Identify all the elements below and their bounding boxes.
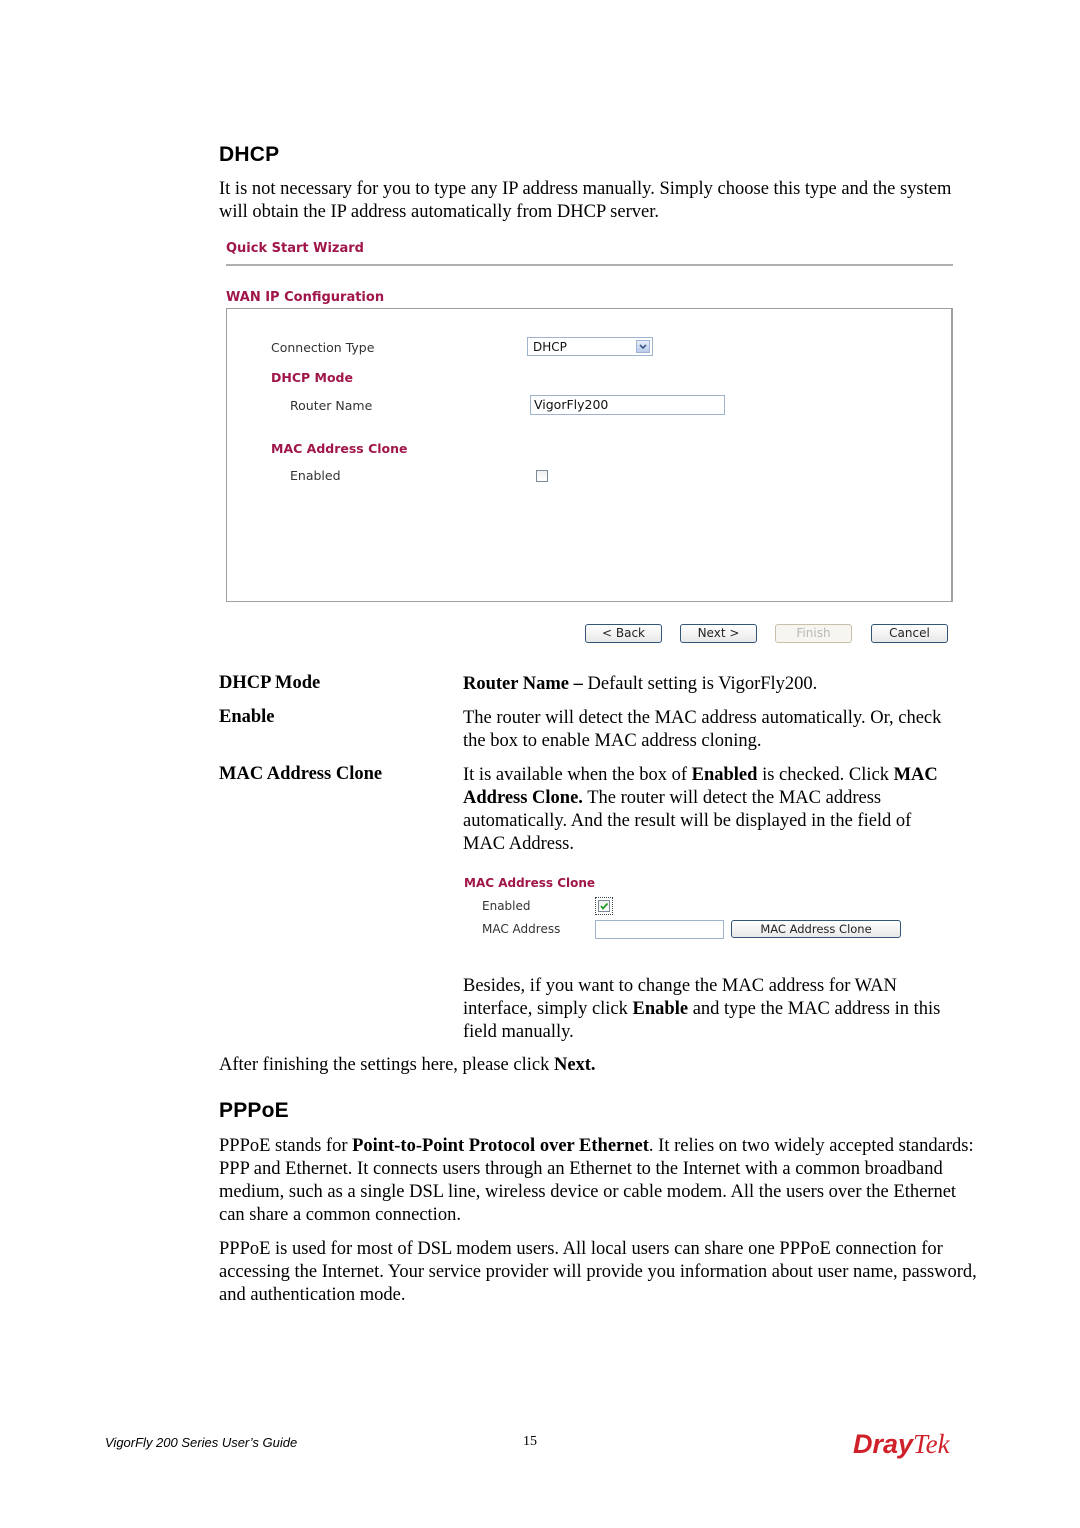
desc-enable: The router will detect the MAC address a… [463, 708, 942, 751]
bold-text: Enable [632, 999, 689, 1019]
mac-enabled-focus-ring [595, 897, 613, 915]
enabled-checkbox[interactable] [536, 470, 548, 482]
text: PPPoE stands for [219, 1136, 353, 1156]
finish-button[interactable]: Finish [775, 624, 852, 643]
router-name-label: Router Name [290, 398, 373, 413]
back-button[interactable]: < Back [585, 624, 662, 643]
footer-guide-title: VigorFly 200 Series User’s Guide [105, 1435, 298, 1450]
cancel-button[interactable]: Cancel [871, 624, 948, 643]
dhcp-mode-label: DHCP Mode [271, 370, 353, 385]
wan-ip-config-title: WAN IP Configuration [226, 290, 385, 305]
desc-bold: Router Name – [463, 674, 583, 694]
checkmark-icon [600, 902, 609, 910]
mac-address-input[interactable] [595, 920, 724, 939]
bold-text: Next. [553, 1055, 596, 1075]
page-number: 15 [523, 1434, 537, 1449]
besides-paragraph: Besides, if you want to change the MAC a… [463, 975, 958, 1044]
mac-enabled-label: Enabled [482, 899, 531, 913]
logo-part-2: Tek [913, 1429, 950, 1459]
dhcp-intro: It is not necessary for you to type any … [219, 179, 952, 222]
desc-dhcp-mode: Router Name – Default setting is VigorFl… [463, 673, 963, 696]
enabled-label: Enabled [290, 468, 341, 483]
text: After finishing the settings here, pleas… [219, 1055, 554, 1075]
desc-text: is checked. Click [757, 765, 894, 785]
mac-enabled-checkbox[interactable] [598, 900, 610, 912]
divider [226, 264, 953, 266]
mac-clone-label: MAC Address Clone [271, 441, 408, 456]
term-enable: Enable [219, 707, 275, 727]
desc-text: Default setting is VigorFly200. [582, 674, 818, 694]
pppoe-paragraph-1: PPPoE stands for Point-to-Point Protocol… [219, 1135, 979, 1227]
desc-bold: Enabled [691, 765, 758, 785]
chevron-down-icon[interactable] [636, 340, 650, 353]
term-mac-address-clone: MAC Address Clone [219, 764, 383, 784]
after-paragraph: After finishing the settings here, pleas… [219, 1054, 989, 1077]
connection-type-select[interactable]: DHCP [527, 337, 653, 356]
bold-text: Point-to-Point Protocol over Ethernet [352, 1136, 649, 1156]
connection-type-label: Connection Type [271, 340, 375, 355]
wizard-title: Quick Start Wizard [226, 241, 364, 256]
mac-clone-shot-title: MAC Address Clone [464, 876, 596, 890]
term-dhcp-mode: DHCP Mode [219, 673, 321, 693]
next-button[interactable]: Next > [680, 624, 757, 643]
mac-address-label: MAC Address [482, 922, 561, 936]
desc-text: It is available when the box of [463, 765, 692, 785]
pppoe-paragraph-2: PPPoE is used for most of DSL modem user… [219, 1239, 977, 1305]
router-name-input[interactable]: VigorFly200 [530, 395, 725, 415]
desc-mac-address-clone: It is available when the box of Enabled … [463, 764, 958, 856]
router-name-value: VigorFly200 [534, 397, 609, 412]
section-heading-pppoe: PPPoE [219, 1099, 289, 1122]
logo-part-1: Dray [853, 1429, 914, 1459]
mac-address-clone-button[interactable]: MAC Address Clone [731, 920, 901, 938]
draytek-logo: DrayTek [853, 1429, 950, 1460]
connection-type-value: DHCP [533, 340, 567, 354]
section-heading-dhcp: DHCP [219, 143, 280, 166]
